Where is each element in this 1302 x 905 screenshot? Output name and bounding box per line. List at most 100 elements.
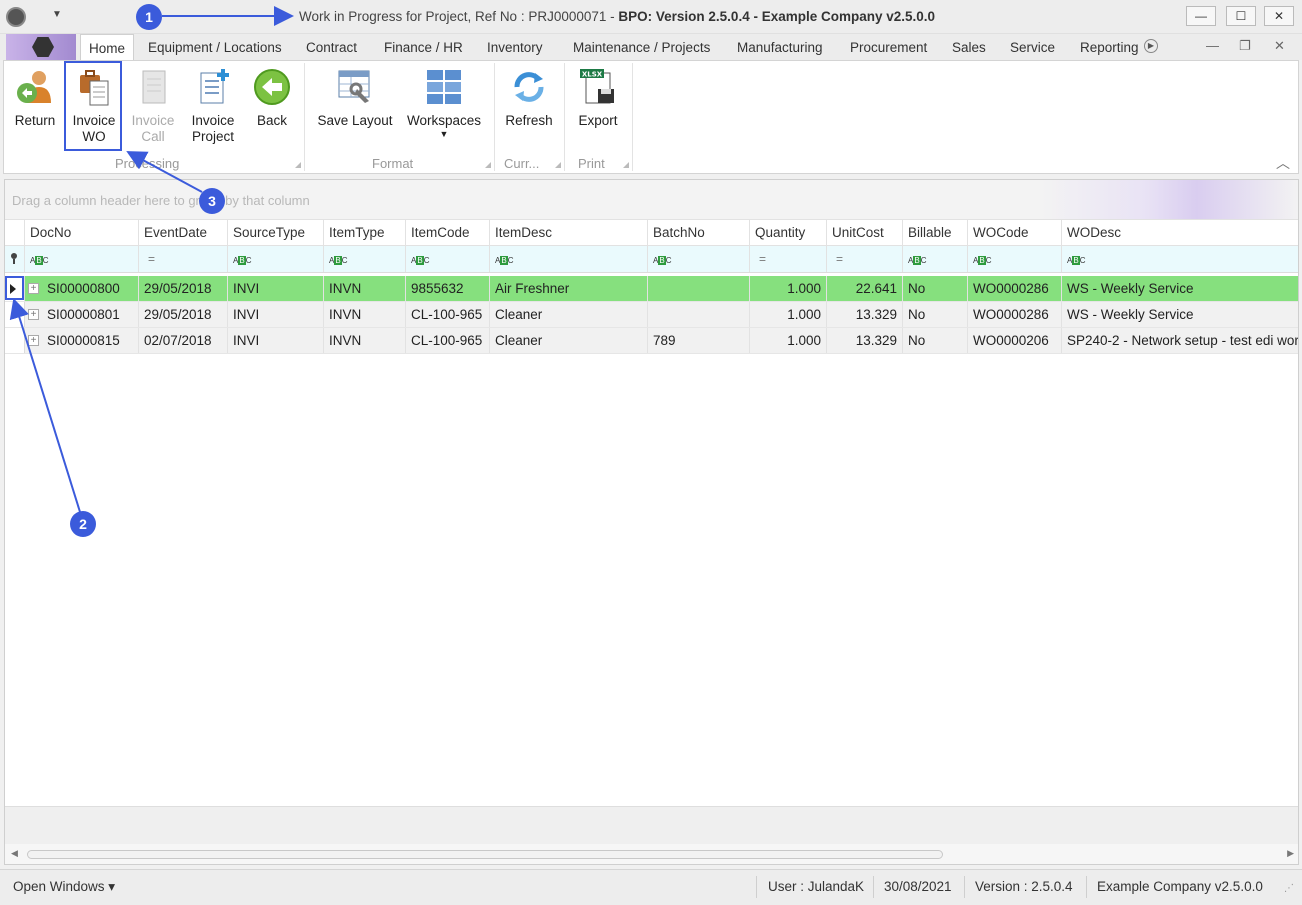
open-windows-dropdown[interactable]: Open Windows ▾ <box>13 879 115 895</box>
back-button[interactable]: Back <box>248 65 296 129</box>
tab-sales[interactable]: Sales <box>952 40 986 55</box>
cell-eventdate[interactable]: 02/07/2018 <box>139 328 228 353</box>
tab-contract[interactable]: Contract <box>306 40 357 55</box>
cell-sourcetype[interactable]: INVI <box>228 276 324 301</box>
workspaces-dropdown-button[interactable]: Workspaces ▼ <box>404 65 484 139</box>
cell-docno[interactable]: + SI00000800 <box>25 276 139 301</box>
table-row[interactable]: + SI00000800 29/05/2018 INVI INVN 9855632… <box>5 276 1298 302</box>
filter-billable[interactable]: ABC <box>903 246 968 272</box>
tab-home[interactable]: Home <box>80 34 135 61</box>
invoice-project-button[interactable]: Invoice Project <box>188 65 238 145</box>
app-logo-icon[interactable] <box>6 7 26 27</box>
column-header-docno[interactable]: DocNo <box>25 220 139 245</box>
filter-wodesc[interactable]: ABC <box>1062 246 1298 272</box>
filter-eventdate[interactable]: = <box>139 246 228 272</box>
cell-itemtype[interactable]: INVN <box>324 276 406 301</box>
filter-batchno[interactable]: ABC <box>648 246 750 272</box>
cell-docno[interactable]: + SI00000815 <box>25 328 139 353</box>
filter-docno[interactable]: ABC <box>25 246 139 272</box>
cell-itemtype[interactable]: INVN <box>324 302 406 327</box>
minimize-button[interactable]: — <box>1186 6 1216 26</box>
format-group-launcher-icon[interactable] <box>485 162 491 168</box>
cell-quantity[interactable]: 1.000 <box>750 328 827 353</box>
export-button[interactable]: XLSX Export <box>572 65 624 129</box>
currency-group-launcher-icon[interactable] <box>555 162 561 168</box>
column-header-itemtype[interactable]: ItemType <box>324 220 406 245</box>
quick-access-dropdown-icon[interactable]: ▼ <box>52 9 62 20</box>
filter-wocode[interactable]: ABC <box>968 246 1062 272</box>
application-menu-button[interactable] <box>6 34 76 60</box>
cell-batchno[interactable] <box>648 302 750 327</box>
filter-itemcode[interactable]: ABC <box>406 246 490 272</box>
mdi-restore-button[interactable]: ❐ <box>1239 38 1251 54</box>
cell-billable[interactable]: No <box>903 302 968 327</box>
cell-itemcode[interactable]: CL-100-965 <box>406 302 490 327</box>
filter-itemdesc[interactable]: ABC <box>490 246 648 272</box>
column-header-sourcetype[interactable]: SourceType <box>228 220 324 245</box>
cell-sourcetype[interactable]: INVI <box>228 328 324 353</box>
column-header-quantity[interactable]: Quantity <box>750 220 827 245</box>
cell-itemcode[interactable]: 9855632 <box>406 276 490 301</box>
scroll-left-icon[interactable]: ◀ <box>11 848 18 859</box>
row-indicator[interactable] <box>5 302 25 327</box>
save-layout-button[interactable]: Save Layout <box>314 65 396 129</box>
cell-itemdesc[interactable]: Air Freshner <box>490 276 648 301</box>
tab-manufacturing[interactable]: Manufacturing <box>737 40 823 55</box>
cell-wodesc[interactable]: SP240-2 - Network setup - test edi wor <box>1062 328 1298 353</box>
tab-finance-hr[interactable]: Finance / HR <box>384 40 463 55</box>
filter-itemtype[interactable]: ABC <box>324 246 406 272</box>
expand-row-icon[interactable]: + <box>28 283 39 294</box>
maximize-button[interactable]: ☐ <box>1226 6 1256 26</box>
horizontal-scrollbar[interactable]: ◀ ▶ <box>5 844 1298 864</box>
tab-maintenance-projects[interactable]: Maintenance / Projects <box>573 40 710 55</box>
row-indicator[interactable] <box>5 328 25 353</box>
column-header-wocode[interactable]: WOCode <box>968 220 1062 245</box>
scroll-right-icon[interactable]: ▶ <box>1287 848 1294 859</box>
cell-itemdesc[interactable]: Cleaner <box>490 302 648 327</box>
invoice-call-button[interactable]: Invoice Call <box>128 65 178 145</box>
cell-wodesc[interactable]: WS - Weekly Service <box>1062 302 1298 327</box>
expand-row-icon[interactable]: + <box>28 335 39 346</box>
cell-quantity[interactable]: 1.000 <box>750 302 827 327</box>
tab-reporting[interactable]: Reporting <box>1080 40 1139 55</box>
table-row[interactable]: + SI00000815 02/07/2018 INVI INVN CL-100-… <box>5 328 1298 354</box>
scrollbar-thumb[interactable] <box>27 850 943 859</box>
cell-unitcost[interactable]: 22.641 <box>827 276 903 301</box>
column-header-eventdate[interactable]: EventDate <box>139 220 228 245</box>
collapse-ribbon-icon[interactable]: ︿ <box>1276 153 1290 173</box>
cell-itemdesc[interactable]: Cleaner <box>490 328 648 353</box>
refresh-button[interactable]: Refresh <box>502 65 556 129</box>
more-tabs-icon[interactable]: ▶ <box>1144 39 1158 53</box>
cell-unitcost[interactable]: 13.329 <box>827 302 903 327</box>
column-header-wodesc[interactable]: WODesc <box>1062 220 1298 245</box>
cell-wocode[interactable]: WO0000286 <box>968 302 1062 327</box>
tab-inventory[interactable]: Inventory <box>487 40 543 55</box>
processing-group-launcher-icon[interactable] <box>295 162 301 168</box>
filter-sourcetype[interactable]: ABC <box>228 246 324 272</box>
cell-eventdate[interactable]: 29/05/2018 <box>139 276 228 301</box>
cell-itemcode[interactable]: CL-100-965 <box>406 328 490 353</box>
expand-row-icon[interactable]: + <box>28 309 39 320</box>
cell-wodesc[interactable]: WS - Weekly Service <box>1062 276 1298 301</box>
cell-wocode[interactable]: WO0000206 <box>968 328 1062 353</box>
column-header-billable[interactable]: Billable <box>903 220 968 245</box>
cell-sourcetype[interactable]: INVI <box>228 302 324 327</box>
filter-quantity[interactable]: = <box>750 246 827 272</box>
cell-billable[interactable]: No <box>903 328 968 353</box>
column-header-unitcost[interactable]: UnitCost <box>827 220 903 245</box>
cell-wocode[interactable]: WO0000286 <box>968 276 1062 301</box>
column-header-batchno[interactable]: BatchNo <box>648 220 750 245</box>
column-header-itemcode[interactable]: ItemCode <box>406 220 490 245</box>
print-group-launcher-icon[interactable] <box>623 162 629 168</box>
table-row[interactable]: + SI00000801 29/05/2018 INVI INVN CL-100-… <box>5 302 1298 328</box>
cell-docno[interactable]: + SI00000801 <box>25 302 139 327</box>
column-header-itemdesc[interactable]: ItemDesc <box>490 220 648 245</box>
cell-quantity[interactable]: 1.000 <box>750 276 827 301</box>
mdi-close-button[interactable]: ✕ <box>1274 38 1285 54</box>
cell-billable[interactable]: No <box>903 276 968 301</box>
close-button[interactable]: ✕ <box>1264 6 1294 26</box>
cell-unitcost[interactable]: 13.329 <box>827 328 903 353</box>
tab-procurement[interactable]: Procurement <box>850 40 927 55</box>
mdi-minimize-button[interactable]: — <box>1206 38 1219 53</box>
cell-batchno[interactable] <box>648 276 750 301</box>
